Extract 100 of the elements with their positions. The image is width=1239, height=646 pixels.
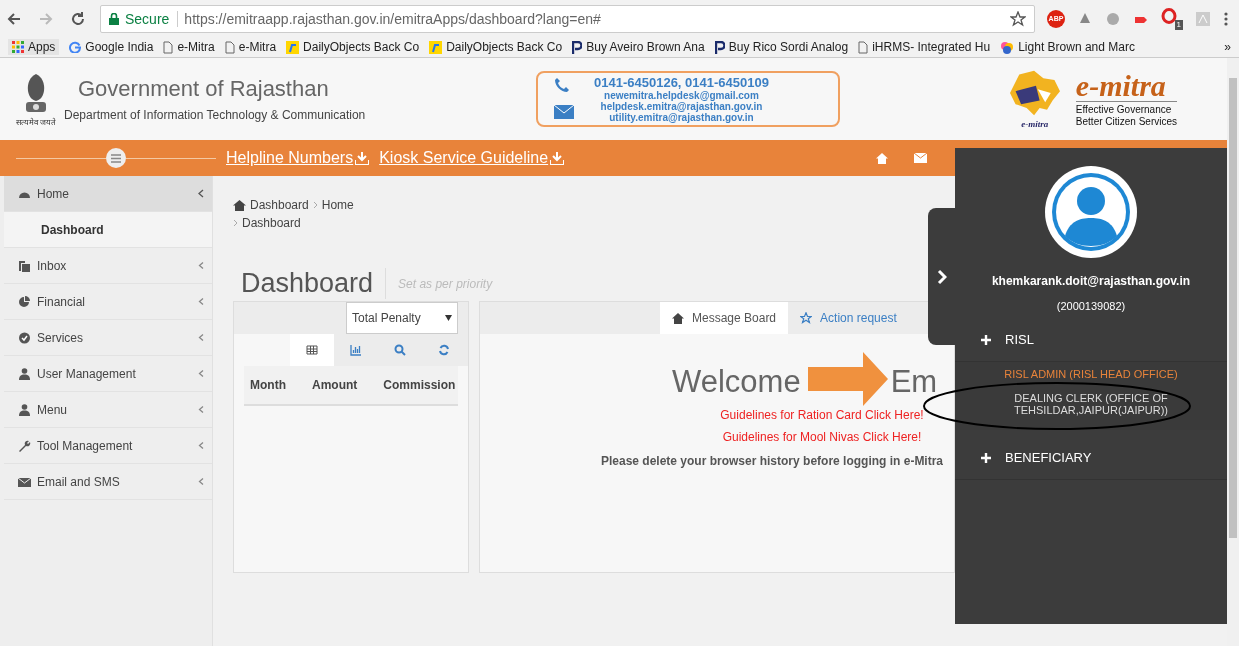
role-item[interactable]: RISL ADMIN (RISL HEAD OFFICE) [955,362,1227,386]
reload-icon [70,10,86,27]
address-bar[interactable]: Secure https://emitraapp.rajasthan.gov.in/emitraApps/dashboard?lang=en# [100,4,1035,33]
table-icon [306,344,318,356]
emblem-motto: सत्यमेव जयते [15,116,57,127]
guideline-link[interactable]: Guidelines for Mool Nivas Click Here! [662,430,922,444]
sidebar-item[interactable]: Menu [4,392,212,428]
secure-label: Secure [125,10,179,27]
sidebar-item[interactable]: Services [4,320,212,356]
bookmark[interactable]: Google India [69,40,154,54]
extension-icon[interactable] [1105,10,1121,27]
download-icon [355,151,370,165]
phone-icon [554,77,570,93]
avatar-icon [1045,166,1137,258]
bookmark-star-icon[interactable] [1010,10,1026,27]
inbox-icon [18,259,31,272]
p-letter-icon [714,40,725,54]
scrollbar[interactable] [1227,58,1239,646]
user-email: khemkarank.doit@rajasthan.gov.in [991,274,1191,288]
plus-icon [981,334,991,345]
column-header: Month [250,378,286,392]
bookmark[interactable]: Buy Rico Sordi Analog [714,40,849,54]
caret-icon [445,315,452,321]
site-title: Government of Rajasthan [77,76,330,102]
penalty-dropdown[interactable]: Total Penalty [346,302,458,334]
site-subtitle: Department of Information Technology & Communication [64,108,367,122]
mail-icon [18,475,31,488]
sidebar-item[interactable]: Tool Management [4,428,212,464]
home-icon [233,199,246,211]
user-icon [18,367,31,380]
more-bookmarks-button[interactable]: » [1224,40,1231,54]
sidebar-subitem[interactable]: Dashboard [4,212,212,248]
sidebar-item[interactable]: User Management [4,356,212,392]
role-item[interactable]: DEALING CLERK (OFFICE OF TEHSILDAR,JAIPUR(JAIPUR)) [955,386,1227,422]
user-icon [18,403,31,416]
bar-chart-icon [350,344,362,356]
sidebar-item[interactable]: Financial [4,284,212,320]
grid-icon [12,41,24,53]
page-title: Dashboard [241,268,387,299]
bookmark[interactable]: DailyObjects Back Co [286,40,420,54]
chevron-icon [198,333,204,342]
brand-tagline: Effective Governance Better Citizen Services [1075,103,1177,128]
chevron-icon [198,297,204,306]
browser-menu-icon[interactable] [1223,10,1229,27]
sidebar-item[interactable]: Email and SMS [4,464,212,500]
helpdesk-email: utility.emitra@rajasthan.gov.in [609,112,754,123]
lock-icon [109,12,119,25]
plus-icon [981,452,991,463]
helpdesk-email: helpdesk.emitra@rajasthan.gov.in [600,101,763,112]
extension-button[interactable]: 1 [1161,7,1183,30]
bookmark[interactable]: Buy Aveiro Brown Ana [572,40,705,54]
forward-arrow-icon [38,10,54,27]
star-icon [800,312,813,324]
helpline-phones: 0141-6450126, 0141-6450109 [594,75,769,90]
sidebar-item[interactable]: Home [4,176,212,212]
chevron-icon [198,369,204,378]
view-tab[interactable] [290,334,334,366]
chevron-right-icon [936,268,947,285]
sidebar-item[interactable]: Inbox [4,248,212,284]
home-icon[interactable] [876,152,888,164]
home-icon [672,312,684,324]
wrench-icon [18,439,31,452]
bookmark[interactable]: DailyObjects Back Co [429,40,563,54]
color-circles-icon [1000,40,1015,54]
breadcrumb-link[interactable]: Home [321,198,354,212]
breadcrumb-separator-icon [312,201,318,209]
bookmark[interactable]: Apps [8,39,60,55]
extension-badge: 1 [1174,19,1183,30]
mail-icon[interactable] [914,153,927,163]
page-icon [224,40,235,54]
page-icon [163,40,174,54]
ring-icon [1161,7,1177,24]
user-id: (2000139082) [1056,300,1126,312]
menu-toggle-button[interactable] [106,148,126,168]
breadcrumb-link[interactable]: Dashboard [250,198,309,212]
chevron-icon [198,261,204,270]
p-letter-icon [572,40,583,54]
f-letter-icon [286,40,300,54]
notice-text: Please delete your browser history before logging in e-Mitra [600,454,945,468]
bookmark[interactable]: e-Mitra [163,40,215,54]
bookmark[interactable]: e-Mitra [224,40,277,54]
welcome-heading: Em [890,364,938,400]
mail-icon [554,105,574,119]
panel-tab[interactable]: Message Board [660,302,789,334]
bookmark[interactable]: iHRMS- Integrated Hu [858,40,991,54]
welcome-heading: Welcome [672,364,801,400]
logo-caption: e-mitra [1021,119,1049,129]
check-circle-icon [18,331,31,344]
guideline-link[interactable]: Guidelines for Ration Card Click Here! [660,408,924,422]
panel-toggle-tab[interactable] [928,208,955,345]
download-icon [550,151,565,165]
panel-tab[interactable]: Action request [788,302,909,334]
menu-icon [111,153,121,163]
f-letter-icon [429,40,443,54]
breadcrumb-current: Dashboard [242,216,301,230]
role-group[interactable]: BENEFICIARY [955,436,1227,480]
bookmark[interactable]: Light Brown and Marc [1000,40,1135,54]
g-letter-icon [69,41,82,53]
url-text: https://emitraapp.rajasthan.gov.in/emitraApps/dashboard?lang=en# [184,10,602,27]
chevron-icon [198,477,204,486]
